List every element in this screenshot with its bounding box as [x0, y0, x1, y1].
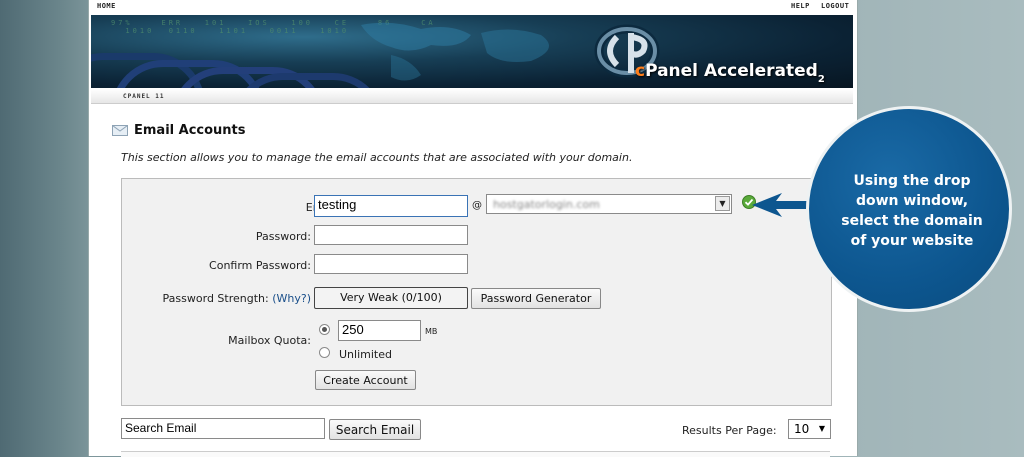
top-nav: HOME HELP LOGOUT: [89, 0, 857, 14]
nav-home-link[interactable]: HOME: [97, 2, 116, 10]
email-input[interactable]: testing: [314, 195, 468, 217]
instruction-callout: Using the drop down window, select the d…: [806, 106, 1012, 312]
cpanel-page: HOME HELP LOGOUT 97% ERR 101 IOS 100 CE …: [88, 0, 858, 457]
quota-input[interactable]: 250: [338, 320, 421, 341]
breadcrumb-bar: CPANEL 11: [91, 89, 853, 104]
page-title: Email Accounts: [134, 123, 246, 138]
envelope-icon: [112, 125, 128, 136]
unlimited-label: Unlimited: [339, 348, 392, 361]
confirm-password-input[interactable]: [314, 254, 468, 274]
quota-value-radio[interactable]: [319, 324, 330, 335]
password-input[interactable]: [314, 225, 468, 245]
chevron-down-icon: ▼: [818, 424, 825, 433]
results-per-page-value: 10: [794, 422, 810, 436]
nav-help-link[interactable]: HELP: [791, 2, 810, 10]
confirm-password-label: Confirm Password:: [209, 259, 311, 272]
nav-logout-link[interactable]: LOGOUT: [821, 2, 849, 10]
domain-select[interactable]: hostgatorlogin.com ▼: [486, 194, 732, 214]
email-accounts-table-header: [121, 451, 830, 457]
quota-unlimited-radio[interactable]: [319, 347, 330, 358]
mailbox-quota-label: Mailbox Quota:: [228, 334, 311, 347]
cpanel-logo-text: cPanel Accelerated2: [635, 61, 825, 85]
password-strength-label: Password Strength: (Why?): [162, 292, 311, 305]
create-account-button[interactable]: Create Account: [315, 370, 416, 390]
header-banner: 97% ERR 101 IOS 100 CE 86 CA 1010 0110 1…: [91, 15, 853, 88]
results-per-page-select[interactable]: 10 ▼: [788, 419, 831, 439]
why-link[interactable]: (Why?): [272, 292, 311, 305]
password-generator-button[interactable]: Password Generator: [471, 288, 601, 309]
search-email-button[interactable]: Search Email: [329, 419, 421, 440]
quota-unit: MB: [425, 327, 438, 336]
section-description: This section allows you to manage the em…: [121, 151, 633, 164]
domain-select-value: hostgatorlogin.com: [493, 198, 600, 211]
password-strength-meter: Very Weak (0/100): [314, 287, 468, 309]
callout-text: Using the drop down window, select the d…: [841, 173, 983, 249]
breadcrumb-label[interactable]: CPANEL 11: [123, 93, 165, 100]
search-email-input[interactable]: Search Email: [121, 418, 325, 439]
password-label: Password:: [255, 230, 311, 243]
add-account-form: Email: testing @ hostgatorlogin.com ▼ Pa…: [121, 178, 832, 406]
dropdown-arrow-icon[interactable]: ▼: [715, 196, 730, 211]
cpanel-logo: cPanel Accelerated2: [593, 23, 833, 85]
at-sign: @: [472, 200, 482, 211]
results-per-page-label: Results Per Page:: [682, 424, 777, 437]
